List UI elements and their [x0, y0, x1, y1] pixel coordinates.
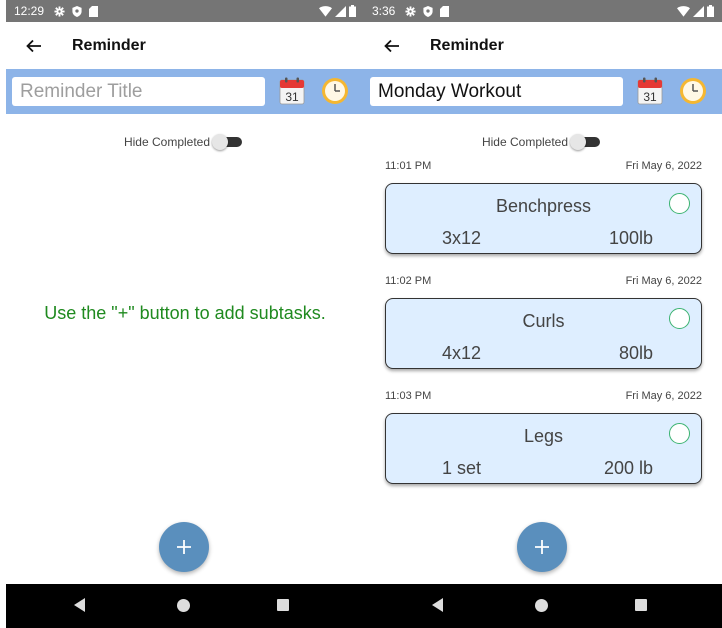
screenshot-root: 12:29 Reminder Reminder Title 31 Hide Co…: [0, 0, 722, 628]
task-weight: 100lb: [608, 228, 653, 248]
gear-icon: [405, 5, 416, 17]
nav-home-icon[interactable]: [535, 599, 548, 612]
page-title: Reminder: [430, 36, 504, 54]
task-reps: 3x12: [442, 228, 482, 248]
signal-icon: [693, 5, 704, 17]
complete-checkbox[interactable]: [669, 308, 690, 329]
shield-icon: [423, 5, 433, 17]
back-arrow-icon: [26, 39, 41, 52]
battery-icon: [707, 5, 714, 17]
phone-screen-populated: 3:36 Reminder Monday Workout 31 Hide Com…: [364, 0, 722, 628]
back-arrow-icon: [384, 39, 399, 52]
battery-icon: [349, 5, 356, 17]
reminder-title-bar: 31: [364, 69, 722, 114]
nav-back-icon[interactable]: [74, 598, 86, 612]
task-name: Curls: [522, 311, 565, 331]
plus-icon: [535, 540, 549, 554]
page-title: Reminder: [72, 36, 146, 54]
task-time: 11:03 PM: [385, 390, 432, 402]
status-bar: 3:36: [364, 0, 722, 22]
add-subtask-button[interactable]: [517, 522, 567, 572]
date-picker-button[interactable]: 31: [279, 77, 305, 105]
app-bar: Reminder: [364, 22, 722, 69]
calendar-day-text: 31: [643, 90, 657, 104]
clock-icon: [322, 78, 348, 104]
reminder-title-bar: 31: [6, 69, 364, 114]
task-weight: 80lb: [618, 343, 653, 363]
task-date: Fri May 6, 2022: [625, 390, 702, 402]
complete-checkbox[interactable]: [669, 193, 690, 214]
app-bar: Reminder: [6, 22, 364, 69]
calendar-icon: 31: [279, 77, 305, 105]
hide-completed-row: Hide Completed: [364, 130, 722, 154]
back-button[interactable]: [372, 26, 412, 66]
task-time: 11:01 PM: [385, 160, 432, 172]
sd-card-icon: [440, 5, 450, 17]
task-name: Legs: [523, 426, 564, 446]
reminder-title-input[interactable]: [12, 77, 265, 106]
back-button[interactable]: [14, 26, 54, 66]
empty-state-message: Use the "+" button to add subtasks.: [44, 303, 326, 323]
nav-back-icon[interactable]: [432, 598, 444, 612]
subtask-card[interactable]: Legs 1 set 200 lb: [385, 413, 702, 484]
clock-icon: [680, 78, 706, 104]
task-date: Fri May 6, 2022: [625, 275, 702, 287]
status-bar: 12:29: [6, 0, 364, 22]
nav-recents-icon[interactable]: [277, 599, 289, 611]
complete-checkbox[interactable]: [669, 423, 690, 444]
wifi-icon: [677, 5, 690, 17]
subtask-card[interactable]: Benchpress 3x12 100lb: [385, 183, 702, 254]
system-nav-bar: [6, 584, 364, 628]
hide-completed-toggle[interactable]: [570, 134, 604, 150]
hide-completed-label: Hide Completed: [481, 135, 569, 149]
shield-icon: [72, 5, 82, 17]
status-time: 3:36: [372, 4, 396, 18]
task-date: Fri May 6, 2022: [625, 160, 702, 172]
hide-completed-label: Hide Completed: [123, 135, 211, 149]
hide-completed-row: Hide Completed: [6, 130, 364, 154]
phone-screen-empty: 12:29 Reminder Reminder Title 31 Hide Co…: [6, 0, 364, 628]
wifi-icon: [319, 5, 332, 17]
calendar-icon: 31: [637, 77, 663, 105]
nav-recents-icon[interactable]: [635, 599, 647, 611]
nav-home-icon[interactable]: [177, 599, 190, 612]
task-weight: 200 lb: [603, 458, 653, 478]
time-picker-button[interactable]: [321, 77, 349, 105]
list-item: 11:02 PM Fri May 6, 2022 Curls 4x12 80lb: [364, 273, 722, 388]
list-item: 11:01 PM Fri May 6, 2022 Benchpress 3x12…: [364, 158, 722, 273]
add-subtask-button[interactable]: [159, 522, 209, 572]
list-item: 11:03 PM Fri May 6, 2022 Legs 1 set 200 …: [364, 388, 722, 503]
subtask-card[interactable]: Curls 4x12 80lb: [385, 298, 702, 369]
task-name: Benchpress: [495, 196, 592, 216]
calendar-day-text: 31: [285, 90, 299, 104]
task-time: 11:02 PM: [385, 275, 432, 287]
task-reps: 1 set: [442, 458, 482, 478]
subtask-list: 11:01 PM Fri May 6, 2022 Benchpress 3x12…: [364, 158, 722, 503]
task-reps: 4x12: [442, 343, 482, 363]
date-picker-button[interactable]: 31: [637, 77, 663, 105]
status-time: 12:29: [14, 4, 45, 18]
sd-card-icon: [89, 5, 99, 17]
hide-completed-toggle[interactable]: [212, 134, 246, 150]
plus-icon: [177, 540, 191, 554]
reminder-title-input[interactable]: [370, 77, 623, 106]
signal-icon: [335, 5, 346, 17]
gear-icon: [54, 5, 65, 17]
system-nav-bar: [364, 584, 722, 628]
time-picker-button[interactable]: [679, 77, 707, 105]
